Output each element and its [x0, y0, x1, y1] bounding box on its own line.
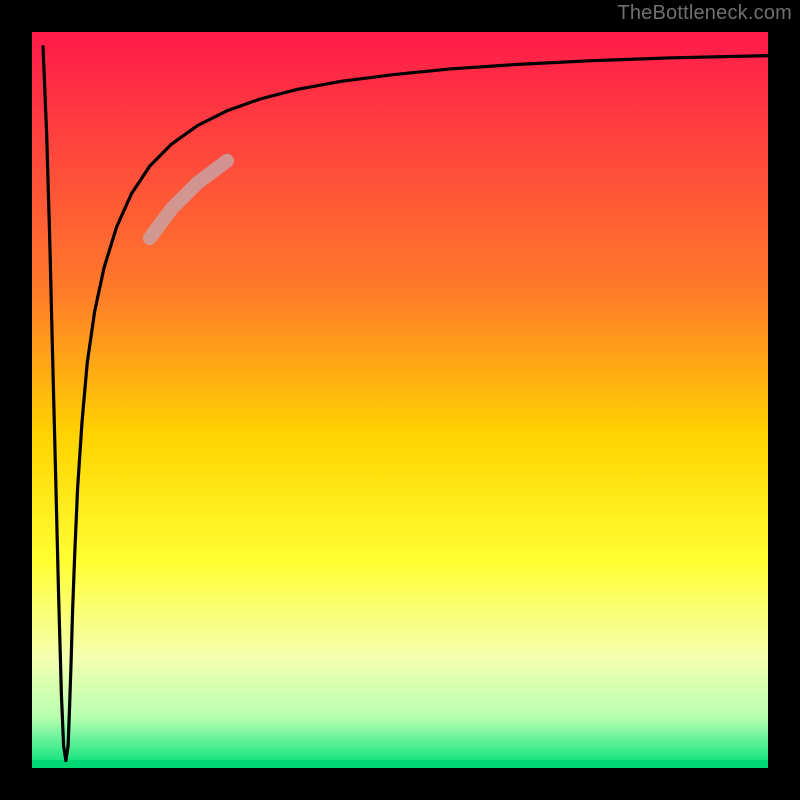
- chart-frame: TheBottleneck.com: [0, 0, 800, 800]
- bottleneck-chart: [0, 0, 800, 800]
- watermark-text: TheBottleneck.com: [617, 2, 792, 25]
- green-baseline-band: [32, 760, 768, 768]
- gradient-background: [32, 32, 768, 768]
